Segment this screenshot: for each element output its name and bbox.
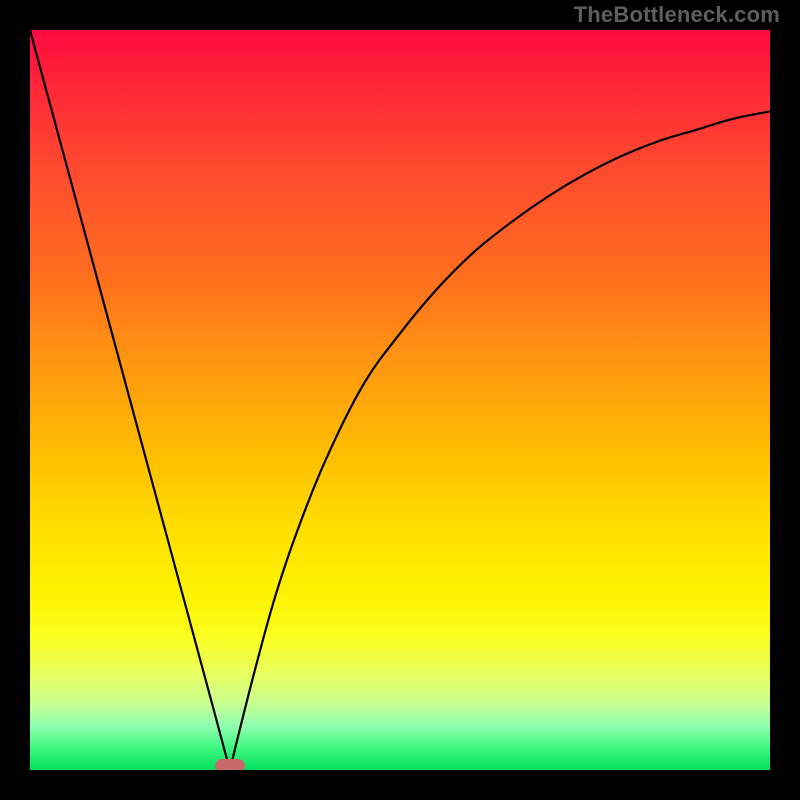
plot-area: [30, 30, 770, 770]
bottleneck-curve: [30, 30, 770, 770]
series-left-branch: [30, 30, 230, 770]
curve-layer: [30, 30, 770, 770]
optimal-point-marker: [215, 759, 245, 770]
series-right-branch: [230, 111, 770, 770]
watermark-text: TheBottleneck.com: [574, 2, 780, 28]
chart-frame: TheBottleneck.com: [0, 0, 800, 800]
